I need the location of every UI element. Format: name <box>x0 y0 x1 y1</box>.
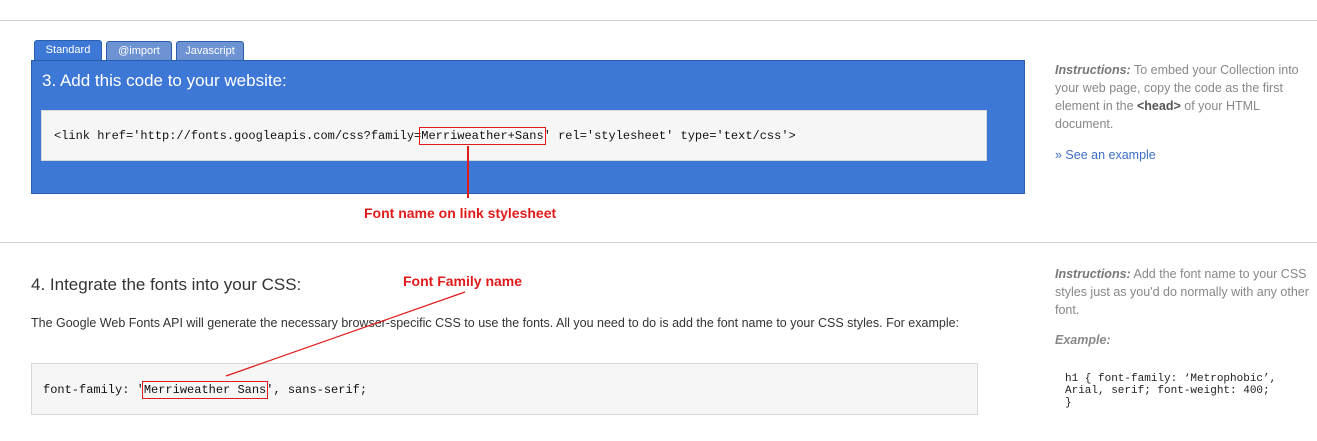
step4-title: 4. Integrate the fonts into your CSS: <box>31 275 302 294</box>
instructions2-label: Instructions: <box>1055 267 1131 281</box>
example-code-line2: Arial, serif; font-weight: 400; <box>1065 385 1270 397</box>
step3-title: 3. Add this code to your website: <box>42 71 287 90</box>
tab-standard[interactable]: Standard <box>34 40 102 61</box>
example-code-line1: h1 { font-family: ‘Metrophobic’, <box>1065 373 1277 385</box>
annotation-font-family: Font Family name <box>403 273 523 289</box>
instructions-embed: Instructions: To embed your Collection i… <box>1055 61 1310 133</box>
see-example-link[interactable]: » See an example <box>1055 148 1156 162</box>
tab-import[interactable]: @import <box>106 41 172 60</box>
middle-divider <box>0 242 1317 243</box>
annotation-link-stylesheet: Font name on link stylesheet <box>364 205 557 221</box>
embed-code-panel: 3. Add this code to your website: <link … <box>31 60 1025 194</box>
example-label: Example: <box>1055 333 1111 347</box>
instructions-label: Instructions: <box>1055 63 1131 77</box>
css-code-box[interactable]: font-family: 'Merriweather Sans', sans-s… <box>31 363 978 415</box>
instructions-css: Instructions: Add the font name to your … <box>1055 265 1310 319</box>
top-divider <box>0 20 1317 21</box>
css-code-suffix: ', sans-serif; <box>266 383 368 397</box>
link-code-box[interactable]: <link href='http://fonts.googleapis.com/… <box>41 110 987 161</box>
css-code-prefix: font-family: ' <box>43 383 144 397</box>
tab-javascript[interactable]: Javascript <box>176 41 244 60</box>
example-code-line3: } <box>1065 397 1072 409</box>
code-suffix: ' rel='stylesheet' type='text/css'> <box>543 129 796 143</box>
font-family-highlight: Merriweather Sans <box>141 381 269 399</box>
font-name-highlight: Merriweather+Sans <box>419 127 546 145</box>
code-prefix: <link href='http://fonts.googleapis.com/… <box>54 129 422 143</box>
example-code: h1 { font-family: ‘Metrophobic’, Arial, s… <box>1065 373 1276 409</box>
annotation-pointer-line <box>467 146 469 198</box>
head-tag: <head> <box>1137 99 1181 113</box>
step4-description: The Google Web Fonts API will generate t… <box>31 316 960 330</box>
